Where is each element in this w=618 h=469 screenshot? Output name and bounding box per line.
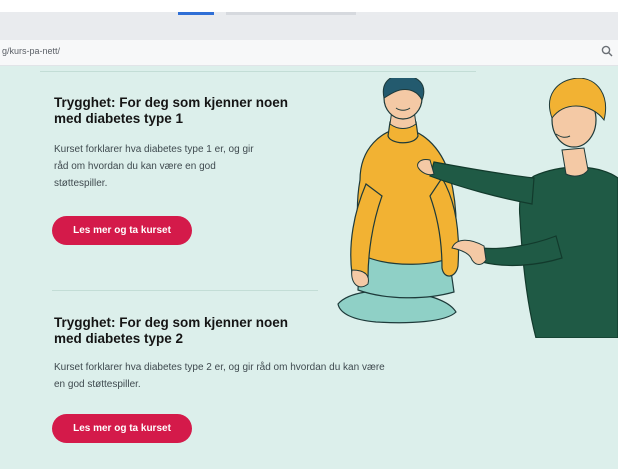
address-bar[interactable]: g/kurs-pa-nett/ (0, 40, 618, 66)
card-2-title-line-2: med diabetes type 2 (54, 331, 184, 346)
middle-divider (52, 290, 318, 291)
inactive-tab[interactable] (226, 12, 356, 15)
card-2-title: Trygghet: For deg som kjenner noen med d… (54, 315, 288, 347)
card-2-text-line-2: en god støttespiller. (54, 379, 141, 390)
card-1-description: Kurset forklarer hva diabetes type 1 er,… (54, 141, 254, 192)
top-divider (40, 71, 476, 72)
active-tab-indicator[interactable] (178, 12, 214, 15)
card-1-title-line-1: Trygghet: For deg som kjenner noen (54, 95, 289, 110)
card-2-cta-button[interactable]: Les mer og ta kurset (52, 414, 192, 443)
left-person (337, 78, 460, 324)
browser-tab-strip (0, 12, 618, 40)
card-1-text-line-3: støttespiller. (54, 178, 108, 189)
address-url[interactable]: g/kurs-pa-nett/ (2, 46, 60, 56)
card-1-text-line-2: råd om hvordan du kan være en god (54, 161, 216, 172)
two-people-illustration (337, 78, 618, 338)
search-icon[interactable] (600, 44, 614, 58)
card-2-description: Kurset forklarer hva diabetes type 2 er,… (54, 359, 385, 393)
card-2-text-line-1: Kurset forklarer hva diabetes type 2 er,… (54, 362, 385, 373)
card-1-title: Trygghet: For deg som kjenner noen med d… (54, 95, 288, 127)
card-1-title-line-2: med diabetes type 1 (54, 111, 184, 126)
card-1-text-line-1: Kurset forklarer hva diabetes type 1 er,… (54, 144, 254, 155)
card-1-cta-button[interactable]: Les mer og ta kurset (52, 216, 192, 245)
card-2-title-line-1: Trygghet: For deg som kjenner noen (54, 315, 289, 330)
